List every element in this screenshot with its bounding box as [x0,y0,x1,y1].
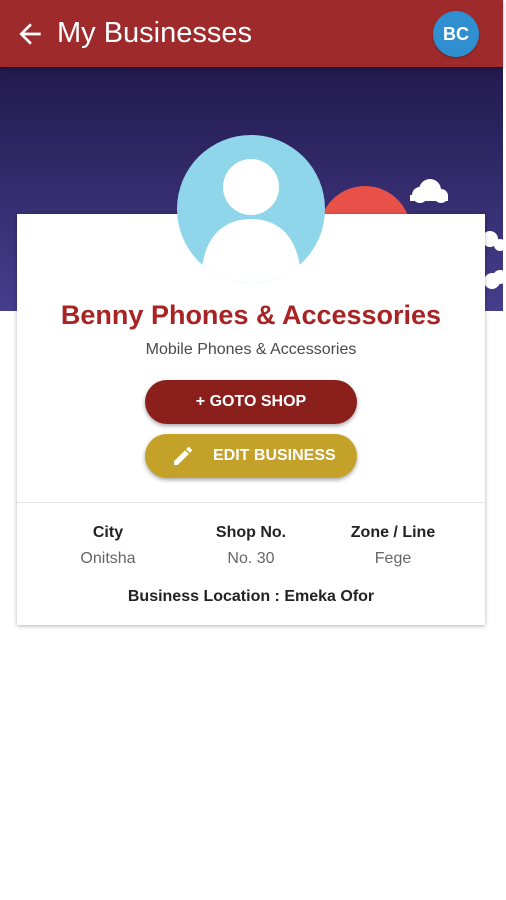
shop-number-value: No. 30 [227,550,275,567]
pencil-icon [174,446,193,465]
app-bar: My Businesses BC [0,0,503,67]
edit-business-button[interactable]: EDIT BUSINESS [145,434,357,478]
zone-info: Zone / Line Fege [323,524,463,568]
divider [17,502,485,503]
user-avatar[interactable]: BC [433,11,479,57]
shop-number-info: Shop No. No. 30 [181,524,321,568]
city-value: Onitsha [80,550,136,567]
goto-shop-button[interactable]: + GOTO SHOP [145,380,357,424]
business-name: Benny Phones & Accessories [60,300,442,330]
city-info: City Onitsha [38,524,178,568]
back-arrow-icon[interactable] [14,18,46,50]
person-silhouette-icon [201,159,301,283]
page-title: My Businesses [57,17,253,49]
zone-label: Zone / Line [350,524,436,541]
city-label: City [92,524,124,541]
business-location: Business Location : Emeka Ofor [127,588,375,605]
business-category: Mobile Phones & Accessories [145,341,357,358]
edit-business-label: EDIT BUSINESS [213,447,336,464]
zone-value: Fege [374,550,412,567]
business-photo [177,135,325,283]
shop-number-label: Shop No. [215,524,287,541]
